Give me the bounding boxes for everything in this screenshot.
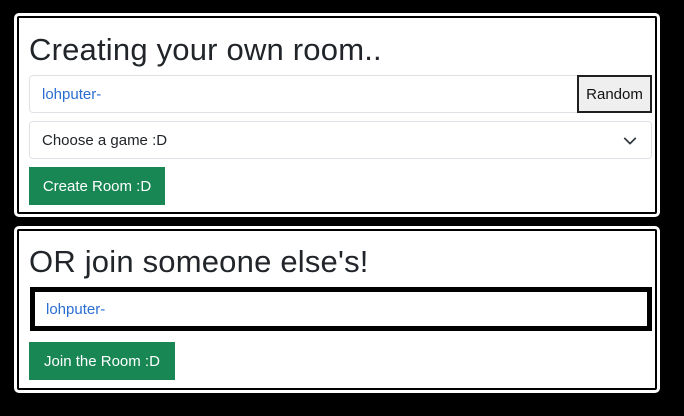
random-button[interactable]: Random: [577, 75, 652, 113]
game-select[interactable]: Choose a game :D: [29, 121, 652, 159]
game-select-value: Choose a game :D: [42, 132, 168, 149]
create-room-button[interactable]: Create Room :D: [29, 167, 165, 205]
create-room-panel: Creating your own room.. Random Choose a…: [14, 13, 660, 217]
create-room-heading: Creating your own room..: [29, 32, 382, 67]
join-room-panel: OR join someone else's! Join the Room :D: [14, 226, 660, 393]
join-room-button[interactable]: Join the Room :D: [29, 342, 175, 380]
chevron-down-icon: [623, 137, 637, 145]
room-name-input[interactable]: [29, 75, 577, 113]
room-name-input-group: Random: [29, 75, 652, 113]
join-room-input[interactable]: [35, 292, 647, 326]
join-room-input-frame: [30, 287, 652, 331]
join-room-heading: OR join someone else's!: [29, 244, 369, 279]
